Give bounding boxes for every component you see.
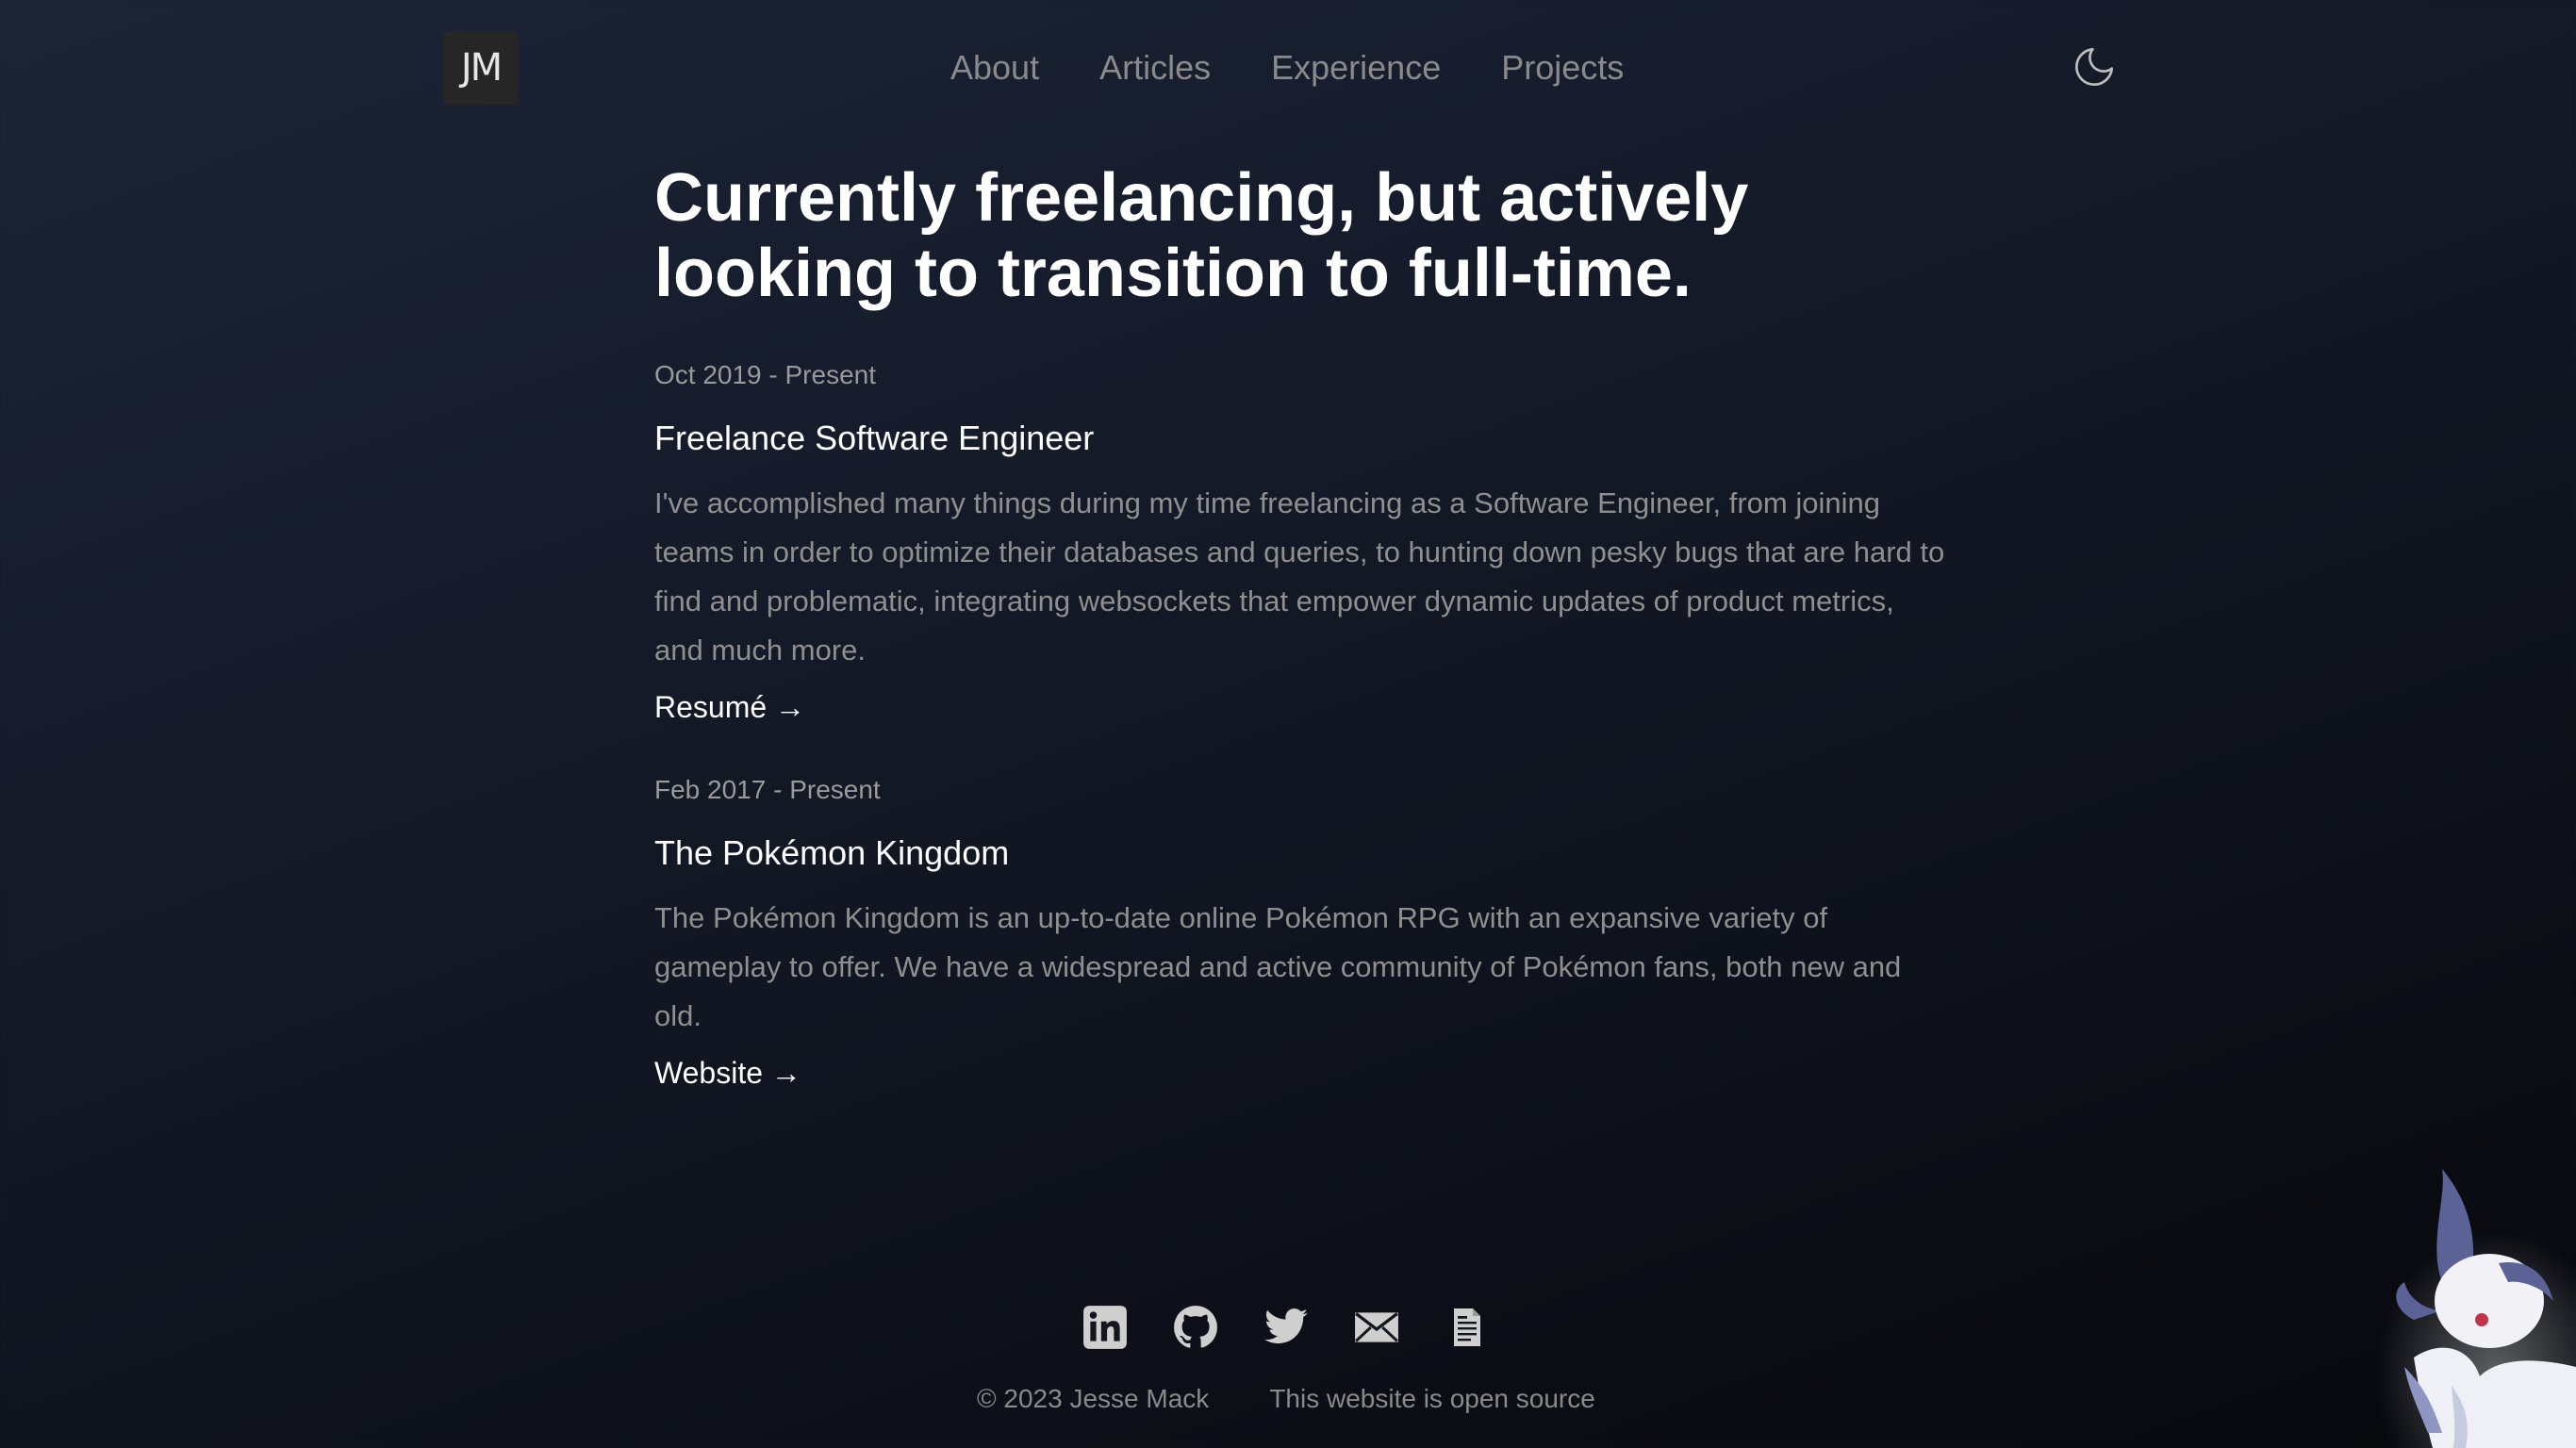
website-link[interactable]: Website → xyxy=(654,1054,801,1092)
experience-entry: Feb 2017 - Present The Pokémon Kingdom T… xyxy=(654,773,1946,1092)
linkedin-link[interactable] xyxy=(1081,1303,1130,1352)
github-link[interactable] xyxy=(1171,1303,1220,1352)
nav-experience[interactable]: Experience xyxy=(1271,45,1441,90)
entry-date: Feb 2017 - Present xyxy=(654,775,881,804)
twitter-link[interactable] xyxy=(1262,1303,1311,1352)
email-icon xyxy=(1355,1312,1398,1342)
twitter-icon xyxy=(1264,1308,1308,1344)
mascot-image xyxy=(2376,1169,2576,1448)
social-links xyxy=(1081,1303,1533,1352)
entry-title: The Pokémon Kingdom xyxy=(654,833,1010,872)
email-link[interactable] xyxy=(1352,1303,1401,1352)
experience-entry: Oct 2019 - Present Freelance Software En… xyxy=(654,358,1946,726)
linkedin-icon xyxy=(1083,1306,1127,1349)
resume-icon xyxy=(1454,1308,1480,1346)
entry-date: Oct 2019 - Present xyxy=(654,360,877,389)
resume-file-link[interactable] xyxy=(1443,1303,1492,1352)
resume-link[interactable]: Resumé → xyxy=(654,688,805,726)
page-headline: Currently freelancing, but actively look… xyxy=(654,160,1749,311)
site-footer: © 2023 Jesse Mack This website is open s… xyxy=(977,1382,1595,1416)
theme-toggle-button[interactable] xyxy=(2071,43,2118,90)
moon-icon xyxy=(2074,47,2114,87)
site-header: JM About Articles Experience Projects xyxy=(0,0,2576,137)
experience-section: Currently freelancing, but actively look… xyxy=(654,160,1946,1092)
entry-description: The Pokémon Kingdom is an up-to-date onl… xyxy=(654,901,1902,1032)
github-icon xyxy=(1174,1306,1217,1348)
open-source-link[interactable]: This website is open source xyxy=(1269,1382,1595,1416)
copyright-text: © 2023 Jesse Mack xyxy=(977,1384,1210,1413)
main-nav: About Articles Experience Projects xyxy=(950,45,1684,90)
nav-about[interactable]: About xyxy=(950,45,1039,90)
entry-title: Freelance Software Engineer xyxy=(654,419,1095,457)
entry-description: I've accomplished many things during my … xyxy=(654,486,1945,666)
nav-projects[interactable]: Projects xyxy=(1501,45,1624,90)
nav-articles[interactable]: Articles xyxy=(1099,45,1211,90)
logo-home-link[interactable]: JM xyxy=(443,31,519,105)
